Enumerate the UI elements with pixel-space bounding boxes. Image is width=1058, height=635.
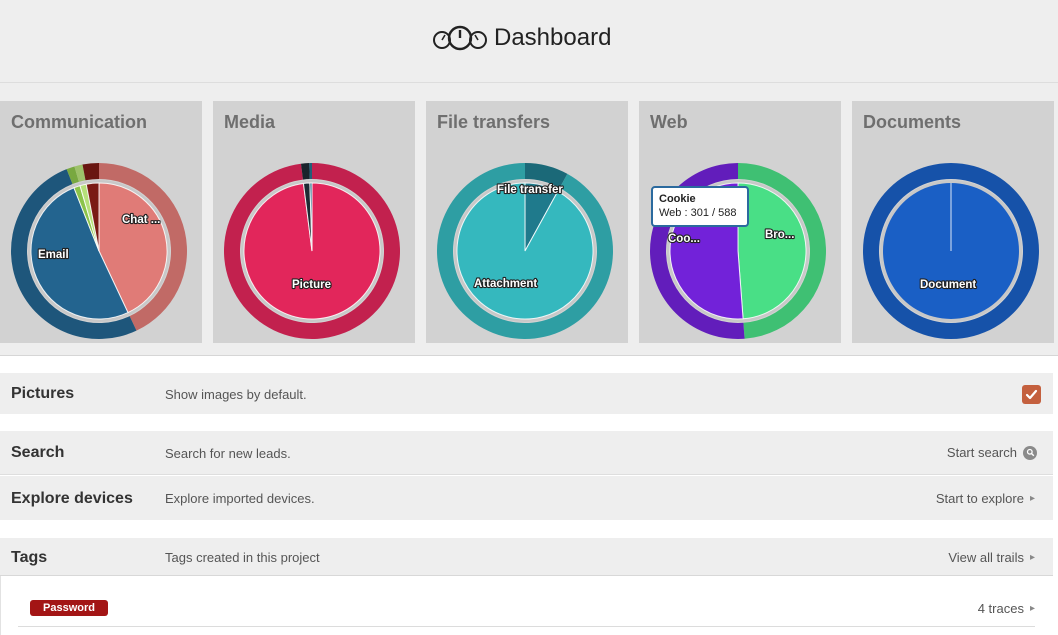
search-icon [1023,445,1037,460]
tooltip-value: Web : 301 / 588 [659,207,737,219]
explore-devices-row: Explore devices Explore imported devices… [0,476,1053,520]
chart-tooltip: Cookie Web : 301 / 588 [651,186,749,227]
tags-description: Tags created in this project [165,550,320,565]
pie-slice-attachment[interactable] [456,182,594,320]
tag-traces-link[interactable]: 4 traces ▸ [978,601,1035,616]
tags-label: Tags [11,549,48,566]
tags-row: Tags Tags created in this project View a… [0,538,1053,576]
pictures-label: Pictures [11,385,75,402]
chart-panel-communication[interactable]: Communication Email Chat ... [0,101,202,343]
pictures-row: Pictures Show images by default. [0,373,1053,414]
tag-badge-password[interactable]: Password [30,600,108,616]
start-search-link[interactable]: Start search [947,445,1037,460]
chart-panel-documents[interactable]: Documents Document [852,101,1054,343]
show-images-checkbox[interactable] [1022,385,1041,404]
top-header: Dashboard [0,0,1058,83]
chevron-right-icon: ▸ [1029,603,1035,614]
pie-chart-file-transfers[interactable]: File transfer Attachment [426,101,628,343]
slice-label: Attachment [474,278,537,290]
page-title: Dashboard [494,24,612,51]
start-to-explore-label: Start to explore [935,491,1024,506]
slice-label: Coo... [668,233,700,245]
chevron-right-icon: ▸ [1029,552,1035,563]
charts-section: Communication Email Chat ... Media Pictur… [0,83,1058,356]
pie-chart-documents[interactable]: Document [852,101,1054,343]
list-divider [18,626,1035,627]
pie-chart-communication[interactable]: Email Chat ... [0,101,202,343]
slice-label: Email [38,249,69,261]
view-all-trails-link[interactable]: View all trails ▸ [948,550,1035,565]
speedometer-logo-icon [433,25,487,51]
pictures-description: Show images by default. [165,387,307,402]
chart-panel-file-transfers[interactable]: File transfers File transfer Attachment [426,101,628,343]
slice-label: Document [920,279,976,291]
view-all-trails-label: View all trails [948,550,1024,565]
slice-label: File transfer [497,184,563,196]
chart-panel-media[interactable]: Media Picture [213,101,415,343]
search-label: Search [11,444,65,461]
slice-label: Picture [292,279,331,291]
slice-label: Chat ... [122,214,160,226]
explore-devices-label: Explore devices [11,490,133,507]
checkmark-icon [1025,389,1038,400]
start-to-explore-link[interactable]: Start to explore ▸ [936,491,1035,506]
start-search-label: Start search [946,445,1017,460]
chevron-right-icon: ▸ [1029,493,1035,504]
brand[interactable]: Dashboard [432,22,611,54]
search-description: Search for new leads. [165,446,291,461]
explore-devices-description: Explore imported devices. [165,491,315,506]
tooltip-title: Cookie [659,193,696,205]
slice-label: Bro... [765,229,794,241]
pie-chart-media[interactable]: Picture [213,101,415,343]
search-row: Search Search for new leads. Start searc… [0,431,1053,475]
tag-traces-count: 4 traces [977,601,1024,616]
